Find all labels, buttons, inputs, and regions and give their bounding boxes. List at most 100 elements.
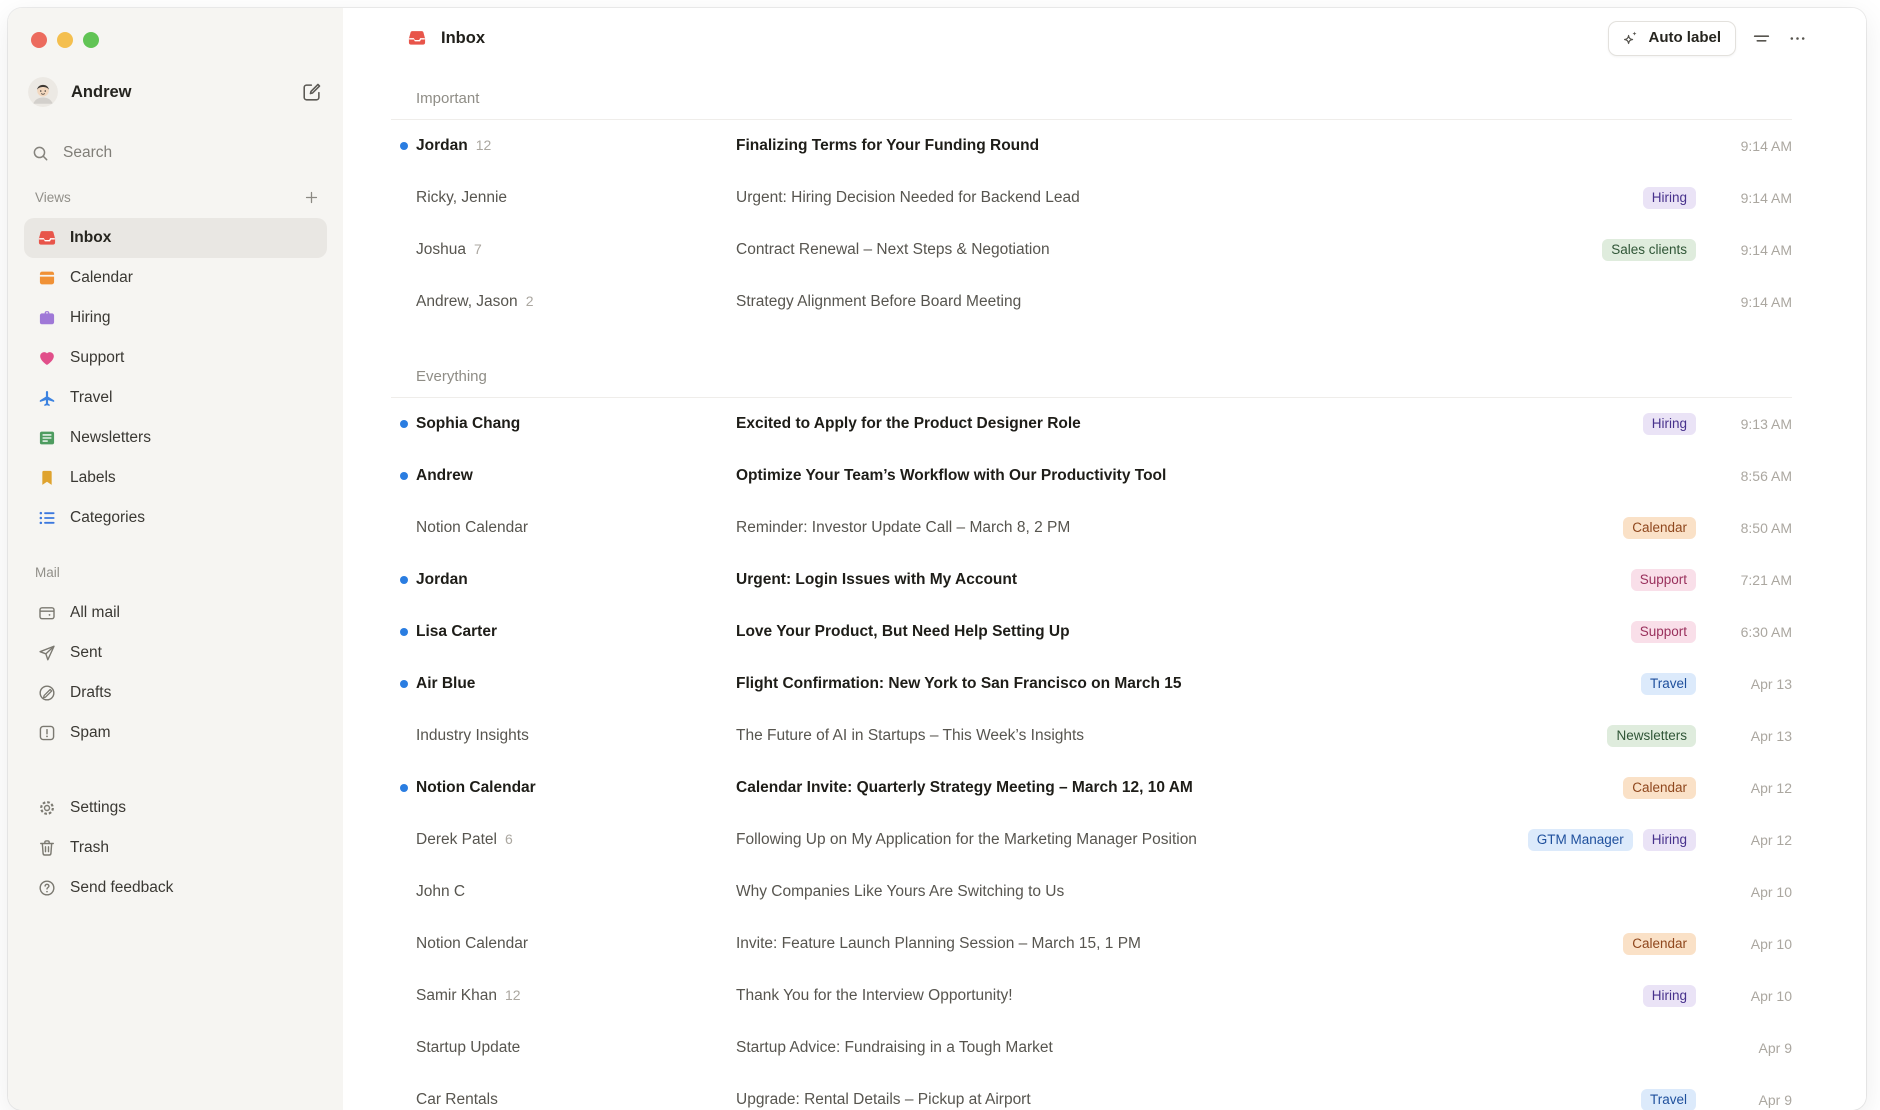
email-row[interactable]: Derek Patel6 Following Up on My Applicat…: [391, 814, 1792, 866]
label-badge-hiring[interactable]: Hiring: [1643, 187, 1696, 209]
list-icon: [37, 508, 57, 528]
section-header: Everything: [391, 328, 1792, 398]
auto-label-button[interactable]: Auto label: [1608, 21, 1736, 56]
email-sender: Samir Khan12: [416, 987, 736, 1005]
email-time: 9:14 AM: [1696, 190, 1792, 206]
email-row[interactable]: Jordan Urgent: Login Issues with My Acco…: [391, 554, 1792, 606]
label-badge-hiring[interactable]: Hiring: [1643, 985, 1696, 1007]
email-row[interactable]: Lisa Carter Love Your Product, But Need …: [391, 606, 1792, 658]
sidebar-item-send-feedback[interactable]: Send feedback: [24, 868, 327, 908]
email-row[interactable]: Joshua7 Contract Renewal – Next Steps & …: [391, 224, 1792, 276]
email-subject: Urgent: Hiring Decision Needed for Backe…: [736, 189, 1627, 207]
zoom-button[interactable]: [83, 32, 99, 48]
label-badge-sales-clients[interactable]: Sales clients: [1602, 239, 1696, 261]
email-row[interactable]: John C Why Companies Like Yours Are Swit…: [391, 866, 1792, 918]
email-row[interactable]: Notion Calendar Reminder: Investor Updat…: [391, 502, 1792, 554]
email-tags: Newsletters: [1607, 725, 1696, 747]
plane-icon: [37, 388, 57, 408]
sparkle-icon: [1621, 29, 1639, 47]
email-subject: Contract Renewal – Next Steps & Negotiat…: [736, 241, 1586, 259]
sidebar-item-trash[interactable]: Trash: [24, 828, 327, 868]
email-row[interactable]: Sophia Chang Excited to Apply for the Pr…: [391, 398, 1792, 450]
email-row[interactable]: Notion Calendar Calendar Invite: Quarter…: [391, 762, 1792, 814]
calendar-icon: [37, 268, 57, 288]
draft-icon: [37, 683, 57, 703]
sidebar-item-calendar[interactable]: Calendar: [24, 258, 327, 298]
email-time: Apr 12: [1696, 780, 1792, 796]
label-badge-support[interactable]: Support: [1631, 621, 1696, 643]
label-badge-calendar[interactable]: Calendar: [1623, 777, 1696, 799]
inbox-icon: [37, 228, 57, 248]
more-options-icon[interactable]: [1787, 28, 1808, 49]
unread-dot: [400, 576, 408, 584]
sidebar-item-newsletters[interactable]: Newsletters: [24, 418, 327, 458]
sidebar-item-sent[interactable]: Sent: [24, 633, 327, 673]
email-row[interactable]: Andrew, Jason2 Strategy Alignment Before…: [391, 276, 1792, 328]
unread-dot: [400, 628, 408, 636]
email-row[interactable]: Notion Calendar Invite: Feature Launch P…: [391, 918, 1792, 970]
send-icon: [37, 643, 57, 663]
email-row[interactable]: Industry Insights The Future of AI in St…: [391, 710, 1792, 762]
label-badge-gtm-manager[interactable]: GTM Manager: [1528, 829, 1633, 851]
email-sender: Air Blue: [416, 675, 736, 693]
inbox-header: Inbox Auto label: [343, 8, 1866, 68]
sidebar-item-settings[interactable]: Settings: [24, 788, 327, 828]
account-name: Andrew: [71, 83, 132, 102]
sidebar-item-inbox[interactable]: Inbox: [24, 218, 327, 258]
email-tags: GTM Manager Hiring: [1528, 829, 1696, 851]
email-row[interactable]: Air Blue Flight Confirmation: New York t…: [391, 658, 1792, 710]
email-time: 9:14 AM: [1696, 242, 1792, 258]
compose-icon[interactable]: [301, 81, 323, 103]
email-time: 6:30 AM: [1696, 624, 1792, 640]
sidebar-item-spam[interactable]: Spam: [24, 713, 327, 753]
label-badge-calendar[interactable]: Calendar: [1623, 517, 1696, 539]
label-badge-newsletters[interactable]: Newsletters: [1607, 725, 1696, 747]
close-button[interactable]: [31, 32, 47, 48]
filter-icon[interactable]: [1751, 28, 1772, 49]
email-time: Apr 9: [1696, 1040, 1792, 1056]
sidebar-item-support[interactable]: Support: [24, 338, 327, 378]
sidebar-item-categories[interactable]: Categories: [24, 498, 327, 538]
unread-dot: [400, 472, 408, 480]
auto-label-text: Auto label: [1648, 29, 1721, 46]
label-badge-travel[interactable]: Travel: [1641, 673, 1696, 695]
header-tools: Auto label: [1608, 21, 1808, 56]
email-sender: Ricky, Jennie: [416, 189, 736, 207]
bookmark-icon: [37, 468, 57, 488]
label-badge-support[interactable]: Support: [1631, 569, 1696, 591]
email-row[interactable]: Startup Update Startup Advice: Fundraisi…: [391, 1022, 1792, 1074]
views-section-header: Views: [24, 188, 327, 212]
unread-dot: [400, 784, 408, 792]
sidebar-item-labels[interactable]: Labels: [24, 458, 327, 498]
email-row[interactable]: Ricky, Jennie Urgent: Hiring Decision Ne…: [391, 172, 1792, 224]
email-time: Apr 12: [1696, 832, 1792, 848]
email-row[interactable]: Jordan12 Finalizing Terms for Your Fundi…: [391, 120, 1792, 172]
sidebar-item-travel[interactable]: Travel: [24, 378, 327, 418]
email-tags: Sales clients: [1602, 239, 1696, 261]
email-row[interactable]: Samir Khan12 Thank You for the Interview…: [391, 970, 1792, 1022]
email-sender: Industry Insights: [416, 727, 736, 745]
mail-list: All mail Sent Drafts Spam: [24, 593, 327, 753]
label-badge-calendar[interactable]: Calendar: [1623, 933, 1696, 955]
email-row[interactable]: Andrew Optimize Your Team’s Workflow wit…: [391, 450, 1792, 502]
email-subject: Optimize Your Team’s Workflow with Our P…: [736, 467, 1680, 485]
email-subject: Strategy Alignment Before Board Meeting: [736, 293, 1680, 311]
avatar[interactable]: [28, 77, 58, 107]
search-icon: [31, 144, 50, 163]
briefcase-icon: [37, 308, 57, 328]
email-tags: Support: [1631, 621, 1696, 643]
label-badge-hiring[interactable]: Hiring: [1643, 413, 1696, 435]
label-badge-hiring[interactable]: Hiring: [1643, 829, 1696, 851]
email-row[interactable]: Car Rentals Upgrade: Rental Details – Pi…: [391, 1074, 1792, 1110]
label-badge-travel[interactable]: Travel: [1641, 1089, 1696, 1110]
mail-section-header: Mail: [24, 563, 327, 587]
email-sender: Car Rentals: [416, 1091, 736, 1109]
sidebar-item-hiring[interactable]: Hiring: [24, 298, 327, 338]
sidebar-item-all-mail[interactable]: All mail: [24, 593, 327, 633]
email-subject: Invite: Feature Launch Planning Session …: [736, 935, 1607, 953]
email-sender: Joshua7: [416, 241, 736, 259]
sidebar-item-drafts[interactable]: Drafts: [24, 673, 327, 713]
minimize-button[interactable]: [57, 32, 73, 48]
search-button[interactable]: Search: [24, 134, 327, 172]
add-view-icon[interactable]: [303, 189, 320, 206]
